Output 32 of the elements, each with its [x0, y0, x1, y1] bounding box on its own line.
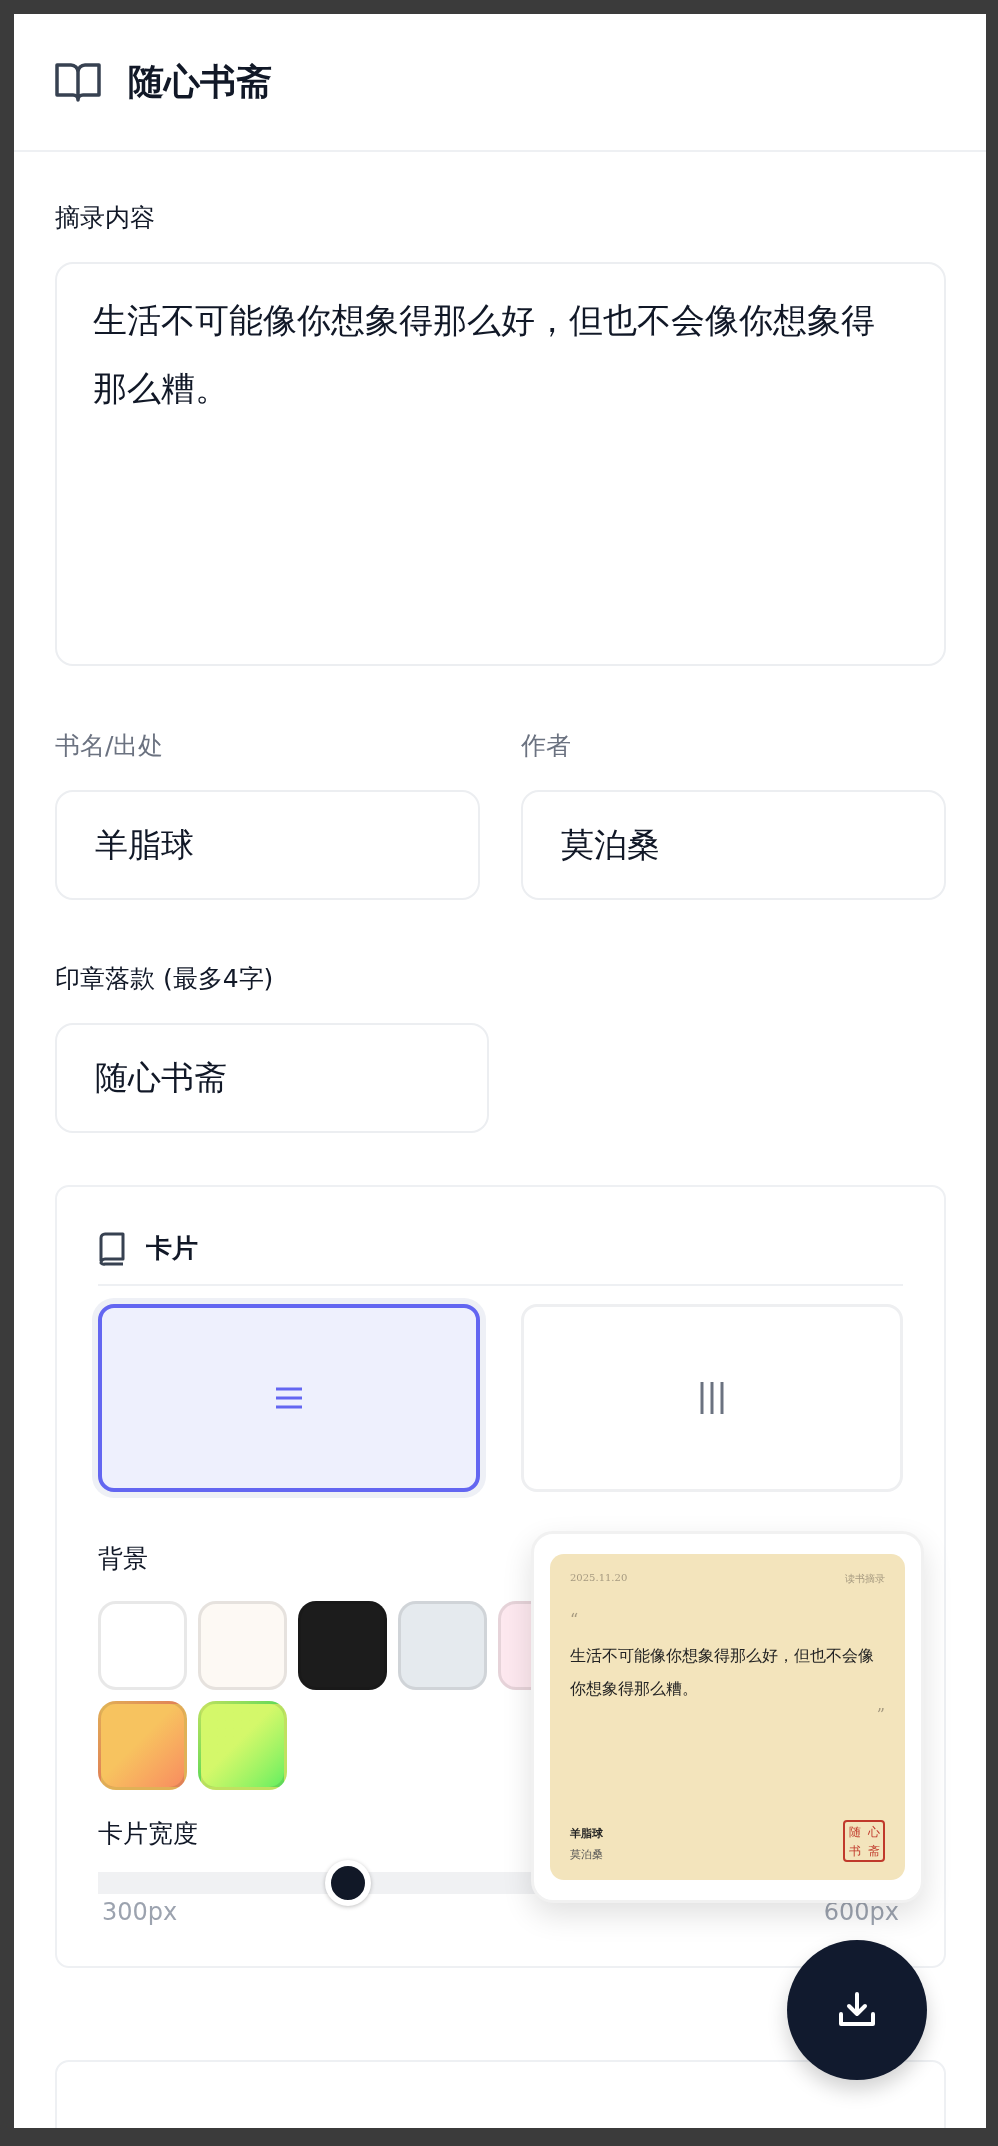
seal-label: 印章落款 (最多4字): [55, 963, 274, 995]
vertical-lines-icon: [700, 1382, 724, 1414]
min-width-label: 300px: [102, 1898, 178, 1926]
color-swatch[interactable]: [198, 1601, 287, 1690]
color-swatch[interactable]: [398, 1601, 487, 1690]
seal-stamp: 随 书 心 斋: [843, 1820, 885, 1862]
color-swatch[interactable]: [198, 1701, 287, 1790]
app-title: 随心书斋: [128, 59, 272, 104]
background-label: 背景: [98, 1543, 148, 1575]
seal-field[interactable]: 随心书斋: [55, 1023, 489, 1133]
close-quote-mark: ”: [876, 1705, 885, 1724]
excerpt-field[interactable]: 生活不可能像你想象得那么好，但也不会像你想象得那么糟。: [55, 262, 946, 666]
card-author: 莫泊桑: [570, 1847, 603, 1862]
book-icon: [98, 1231, 126, 1266]
max-width-label: 600px: [823, 1898, 899, 1926]
field-label: 书名/出处: [55, 730, 164, 762]
download-icon: [838, 1992, 876, 2028]
excerpt-label: 摘录内容: [55, 202, 155, 234]
open-book-icon: [54, 62, 102, 102]
card-date: 2025.11.20: [570, 1572, 628, 1585]
panel-title: 卡片: [146, 1232, 198, 1265]
card-tag: 读书摘录: [845, 1572, 885, 1586]
color-swatch[interactable]: [98, 1701, 187, 1790]
color-swatch[interactable]: [298, 1601, 387, 1690]
field-label: 作者: [521, 730, 571, 762]
card-quote: 生活不可能像你想象得那么好，但也不会像你想象得那么糟。: [570, 1645, 875, 1700]
width-label: 卡片宽度: [98, 1818, 198, 1850]
card-book-title: 羊脂球: [570, 1826, 603, 1841]
open-quote-mark: “: [570, 1610, 580, 1629]
input-field[interactable]: 莫泊桑: [521, 790, 946, 900]
horizontal-lines-icon: [276, 1386, 302, 1410]
input-field[interactable]: 羊脂球: [55, 790, 480, 900]
